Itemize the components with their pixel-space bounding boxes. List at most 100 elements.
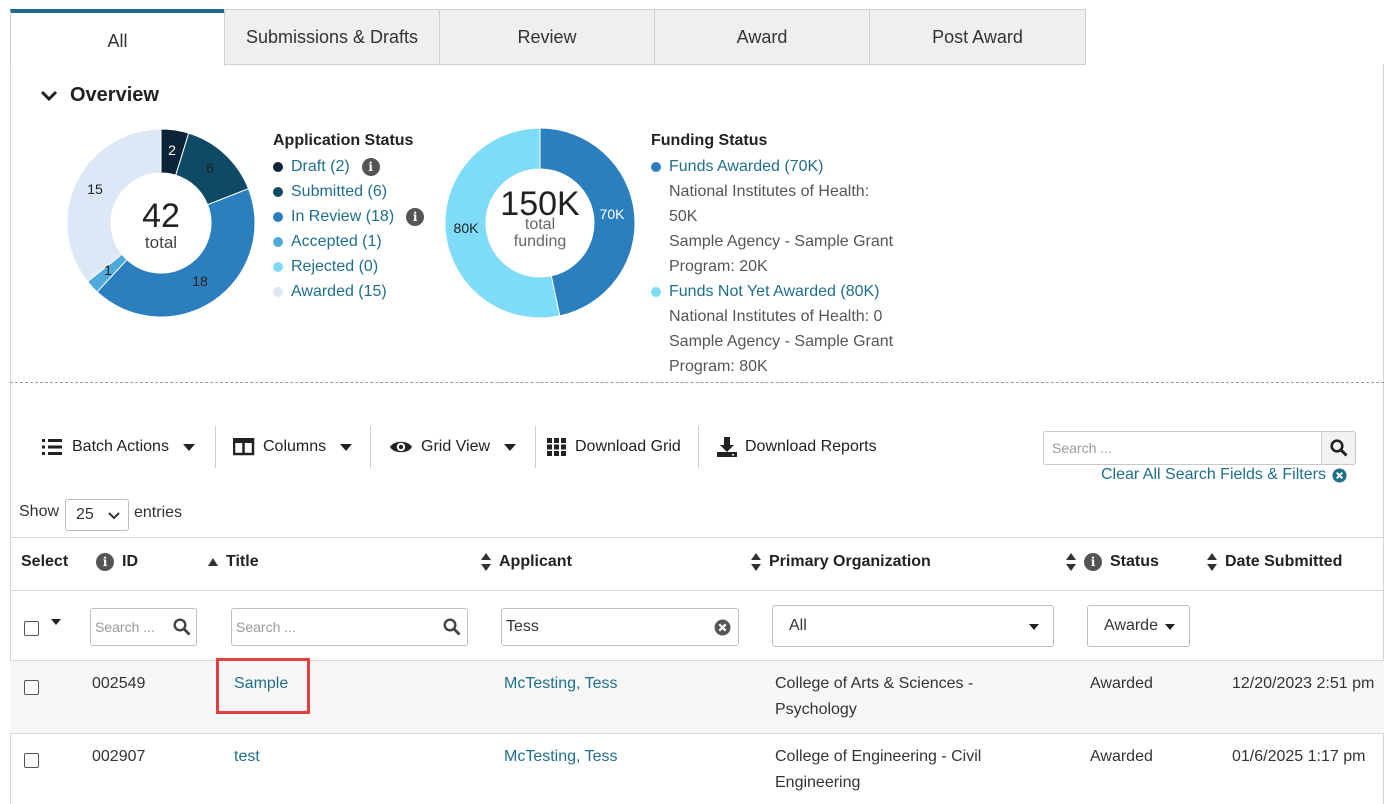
legend-funds-awarded[interactable]: Funds Awarded (70K) (651, 158, 823, 176)
row-title-link[interactable]: test (234, 744, 260, 770)
toolbar-divider (535, 426, 536, 468)
columns-icon (233, 438, 255, 456)
column-header-date-submitted[interactable]: Date Submitted (1207, 553, 1342, 571)
slice-label-in-review: 18 (192, 273, 208, 289)
sort-icon (751, 553, 761, 571)
legend-draft[interactable]: Draft (2) i (273, 158, 380, 176)
info-icon[interactable]: i (406, 208, 425, 226)
organization-filter-select[interactable]: All (772, 605, 1054, 647)
row-date-submitted: 01/6/2025 1:17 pm (1232, 748, 1366, 765)
download-grid-button[interactable]: Download Grid (547, 432, 681, 462)
column-header-status[interactable]: i Status (1066, 553, 1159, 571)
funding-status-donut: 150K total funding 70K 80K (444, 127, 636, 319)
application-total-label: total (145, 233, 177, 252)
eye-icon (390, 441, 412, 453)
row-date-submitted: 12/20/2023 2:51 pm (1232, 675, 1375, 692)
header-label: Primary Organization (769, 553, 931, 570)
tab-label: All (107, 31, 128, 51)
funding-detail: Sample Agency - Sample Grant (669, 333, 894, 350)
legend-accepted[interactable]: Accepted (1) (273, 233, 382, 251)
status-filter-value: Awarde (1104, 617, 1158, 634)
funding-detail: National Institutes of Health: (669, 183, 870, 200)
application-status-donut: 42 total 2 6 18 1 15 (66, 128, 256, 318)
legend-dot (651, 287, 661, 297)
caret-down-icon (340, 443, 353, 451)
legend-awarded[interactable]: Awarded (15) (273, 283, 387, 301)
legend-funds-not-awarded[interactable]: Funds Not Yet Awarded (80K) (651, 283, 880, 301)
toolbar-divider (698, 426, 699, 468)
slice-label-submitted: 6 (206, 160, 214, 176)
grid-icon (547, 438, 566, 456)
sort-icon (1066, 553, 1076, 571)
legend-label: Submitted (6) (291, 183, 388, 200)
entries-label: entries (134, 504, 183, 521)
page-length-select[interactable]: 25 (65, 499, 129, 531)
title-filter-input[interactable] (231, 608, 468, 646)
overview-toggle[interactable]: Overview (38, 84, 159, 107)
clear-icon[interactable] (714, 619, 731, 636)
funding-total-label-1: total (525, 216, 555, 233)
legend-dot (273, 262, 283, 272)
info-icon[interactable]: i (96, 553, 114, 571)
funding-detail: 50K (669, 208, 698, 225)
tab-label: Review (517, 26, 577, 47)
funding-status-title: Funding Status (651, 132, 768, 149)
header-label: Date Submitted (1225, 553, 1343, 570)
status-filter-select[interactable]: Awarde (1087, 605, 1190, 647)
grid-view-button[interactable]: Grid View (389, 432, 517, 462)
caret-down-icon[interactable] (51, 619, 61, 625)
legend-submitted[interactable]: Submitted (6) (273, 183, 387, 201)
column-header-applicant[interactable]: Applicant (481, 553, 572, 571)
batch-actions-button[interactable]: Batch Actions (42, 432, 195, 462)
row-applicant-link[interactable]: McTesting, Tess (504, 744, 618, 770)
row-checkbox[interactable] (24, 753, 39, 768)
info-icon[interactable]: i (1084, 553, 1102, 571)
legend-label: Funds Not Yet Awarded (80K) (669, 283, 880, 300)
slice-label-funds-awarded: 70K (600, 206, 626, 222)
global-search-input[interactable] (1043, 431, 1322, 465)
tab-submissions-drafts[interactable]: Submissions & Drafts (224, 9, 440, 65)
slice-label-awarded: 15 (87, 181, 103, 197)
row-checkbox[interactable] (24, 680, 39, 695)
header-border (10, 590, 1384, 591)
tab-bar: All Submissions & Drafts Review Award Po… (10, 9, 1086, 66)
legend-label: Accepted (1) (291, 233, 382, 250)
column-header-title[interactable]: Title (208, 553, 259, 571)
select-all-checkbox[interactable] (24, 621, 39, 636)
chevron-down-icon (108, 512, 120, 520)
tab-all[interactable]: All (10, 9, 225, 66)
column-header-primary-organization[interactable]: Primary Organization (751, 553, 931, 571)
highlight-box (216, 658, 310, 714)
search-icon (443, 618, 461, 636)
column-header-id[interactable]: i ID (96, 553, 138, 571)
row-applicant-link[interactable]: McTesting, Tess (504, 671, 618, 697)
table-top-border (10, 537, 1384, 538)
tab-review[interactable]: Review (439, 9, 655, 65)
header-label: Applicant (499, 553, 572, 570)
header-label: Title (226, 553, 259, 570)
clear-all-filters-link[interactable]: Clear All Search Fields & Filters (1101, 466, 1347, 484)
header-label: Status (1110, 553, 1159, 570)
sort-icon (481, 553, 491, 571)
funding-detail: Program: 80K (669, 358, 768, 375)
search-button[interactable] (1321, 431, 1356, 465)
tab-post-award[interactable]: Post Award (869, 9, 1086, 65)
caret-down-icon (1029, 624, 1039, 630)
funding-detail: Sample Agency - Sample Grant (669, 233, 894, 250)
row-id: 002549 (92, 675, 146, 692)
close-circle-icon (1332, 467, 1347, 483)
tab-award[interactable]: Award (654, 9, 870, 65)
applicant-filter-input[interactable] (501, 608, 739, 646)
legend-in-review[interactable]: In Review (18) i (273, 208, 425, 226)
legend-rejected[interactable]: Rejected (0) (273, 258, 378, 276)
organization-filter-value: All (789, 617, 807, 634)
batch-actions-label: Batch Actions (72, 438, 169, 455)
download-reports-button[interactable]: Download Reports (717, 432, 877, 462)
toolbar-divider (215, 426, 216, 468)
columns-button[interactable]: Columns (233, 432, 353, 462)
chevron-down-icon (40, 90, 58, 101)
info-icon[interactable]: i (361, 158, 380, 176)
section-divider (10, 382, 1384, 383)
tab-label: Post Award (932, 26, 1023, 47)
legend-dot (651, 162, 661, 172)
